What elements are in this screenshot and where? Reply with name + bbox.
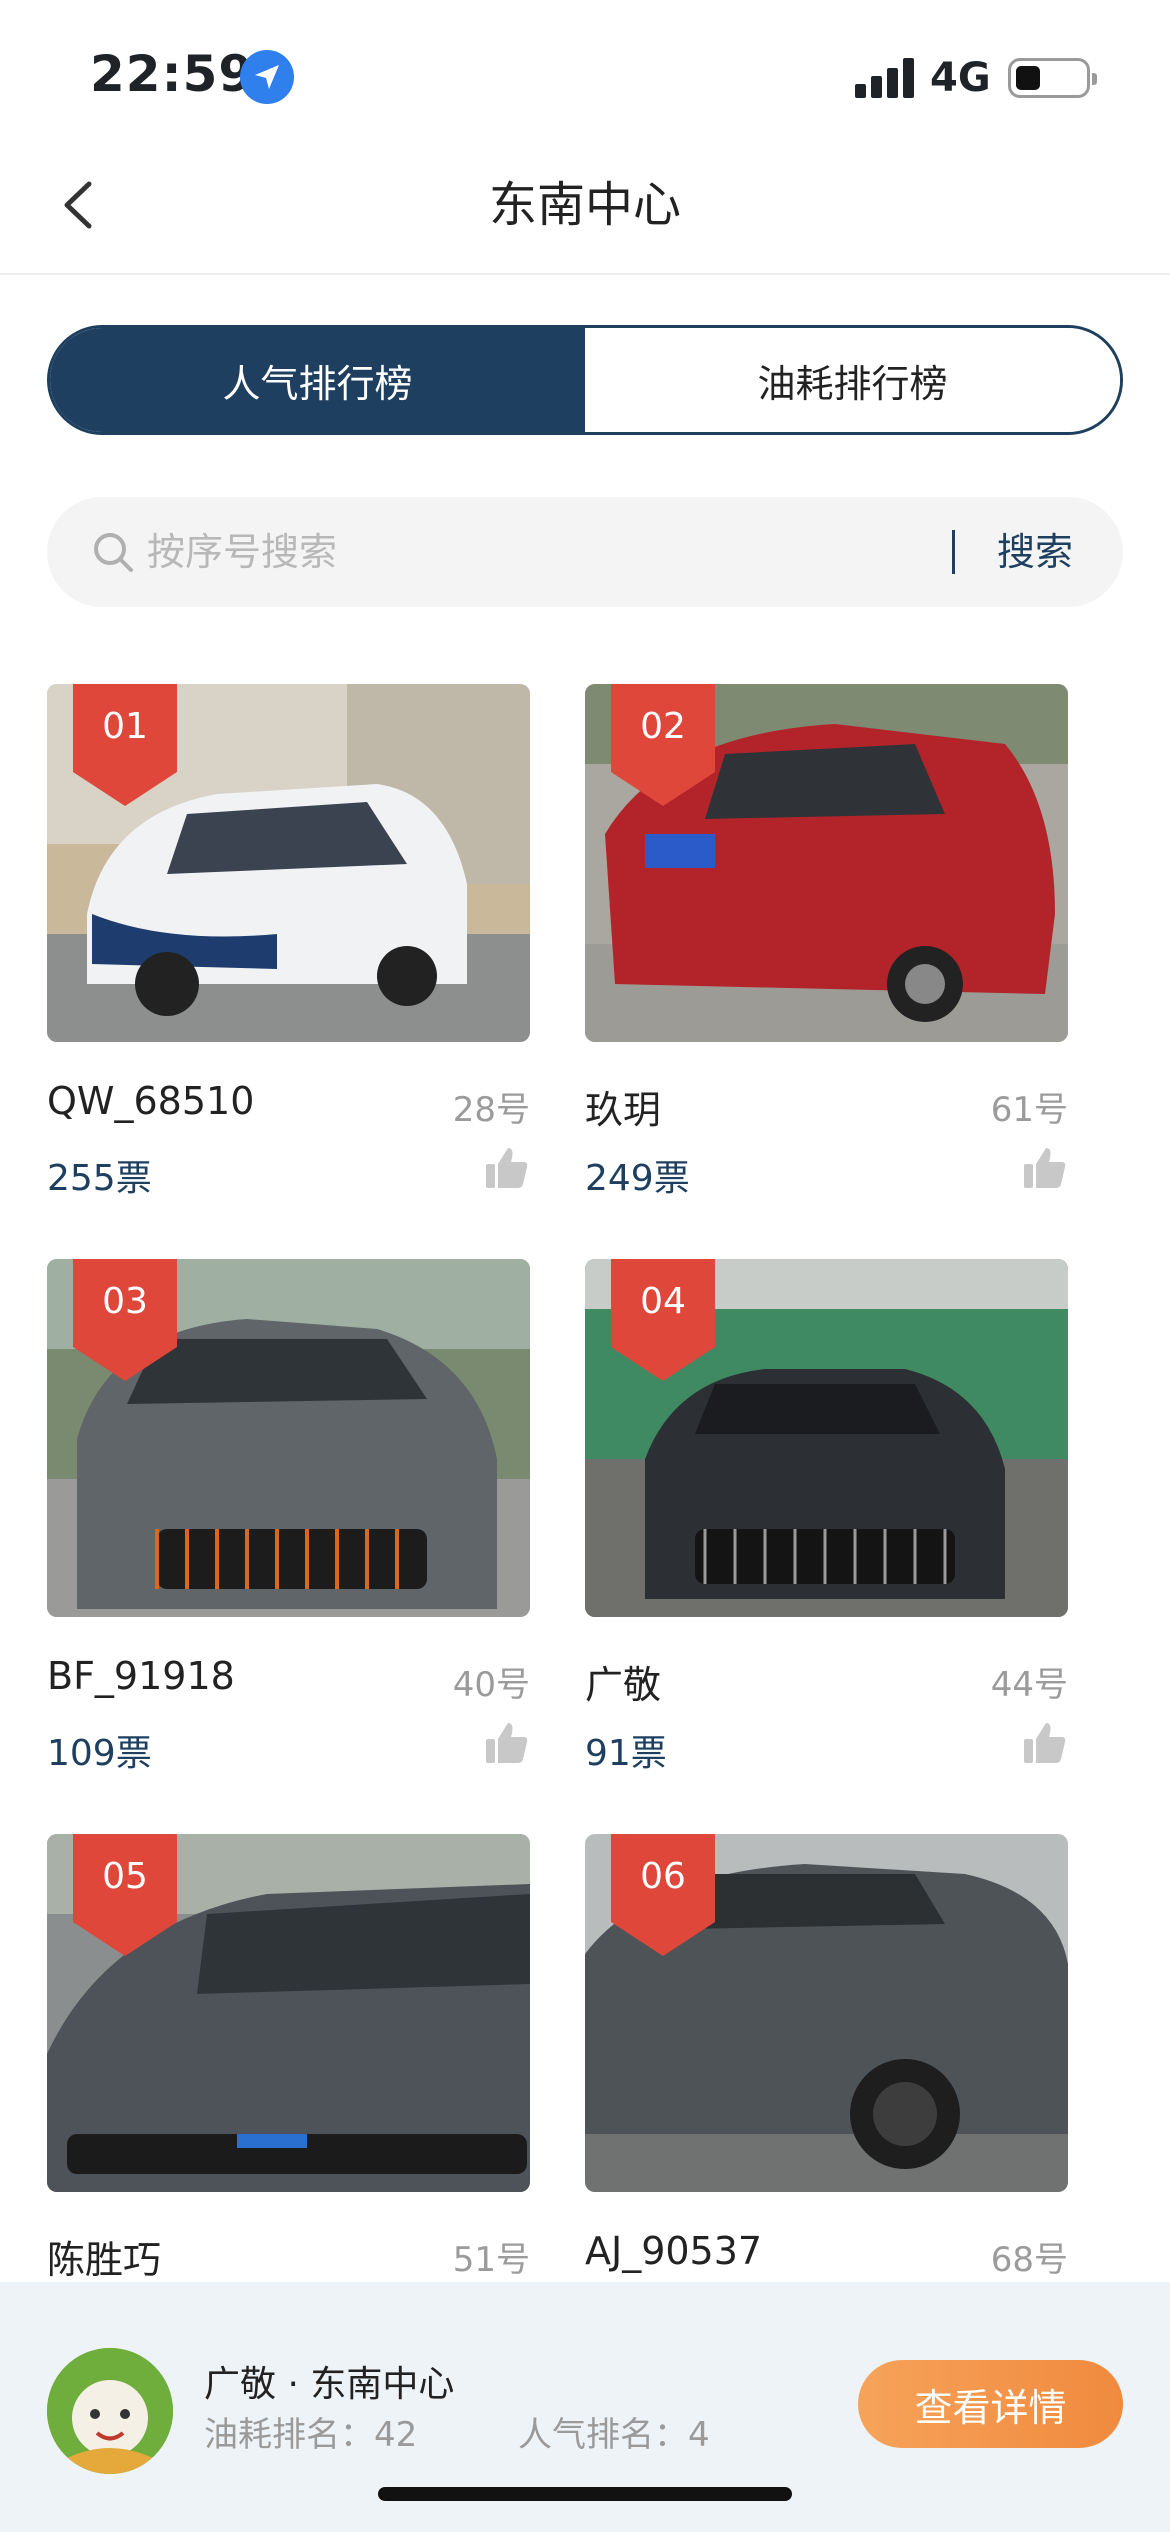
fuel-rank: 油耗排名：42 [204, 2415, 418, 2455]
entry-number: 28号 [452, 1090, 530, 1130]
car-photo[interactable]: 03 [47, 1259, 530, 1617]
thumbs-up-icon[interactable] [484, 1719, 530, 1765]
car-photo[interactable]: 04 [585, 1259, 1068, 1617]
search-divider [952, 530, 955, 574]
search-icon [91, 530, 135, 574]
network-type: 4G [930, 55, 991, 101]
entry-number: 61号 [990, 1090, 1068, 1130]
status-time: 22:59 [90, 45, 255, 103]
rank-number: 03 [102, 1281, 148, 1322]
rank-badge: 06 [611, 1834, 715, 1956]
ranking-tabs: 人气排行榜 油耗排行榜 [47, 325, 1123, 435]
ranking-card[interactable]: 06 AJ_90537 68号 [585, 1834, 1068, 2354]
vote-count: 91票 [585, 1733, 667, 1774]
rank-number: 04 [640, 1281, 686, 1322]
car-photo[interactable]: 01 [47, 684, 530, 1042]
rank-number: 05 [102, 1856, 148, 1897]
thumbs-up-icon[interactable] [1022, 1144, 1068, 1190]
status-bar: 22:59 4G [0, 0, 1170, 140]
thumbs-up-icon[interactable] [484, 1144, 530, 1190]
rank-badge: 05 [73, 1834, 177, 1956]
search-button[interactable]: 搜索 [997, 522, 1073, 582]
vote-count: 109票 [47, 1733, 152, 1774]
ranking-card[interactable]: 02 玖玥 61号 249票 [585, 684, 1068, 1204]
entry-number: 40号 [452, 1665, 530, 1705]
view-details-button[interactable]: 查看详情 [858, 2360, 1123, 2448]
battery-icon [1008, 58, 1097, 98]
vote-count: 255票 [47, 1158, 152, 1199]
page-title: 东南中心 [488, 177, 681, 233]
car-owner-name: 陈胜巧 [47, 2238, 162, 2282]
location-arrow-icon [240, 50, 294, 104]
car-photo[interactable]: 06 [585, 1834, 1068, 2192]
rank-badge: 02 [611, 684, 715, 806]
ranking-card[interactable]: 01 QW_68510 28号 255票 [47, 684, 530, 1204]
car-photo[interactable]: 02 [585, 684, 1068, 1042]
car-photo[interactable]: 05 [47, 1834, 530, 2192]
avatar[interactable] [47, 2348, 173, 2474]
tab-fuel-consumption[interactable]: 油耗排行榜 [585, 328, 1120, 432]
signal-icon [855, 58, 915, 98]
entry-number: 68号 [990, 2240, 1068, 2280]
car-owner-name: QW_68510 [47, 1079, 255, 1123]
entry-number: 51号 [452, 2240, 530, 2280]
popularity-rank: 人气排名：4 [518, 2415, 710, 2455]
home-indicator[interactable] [378, 2487, 792, 2501]
tab-popularity[interactable]: 人气排行榜 [50, 328, 585, 432]
entry-number: 44号 [990, 1665, 1068, 1705]
search-bar: 搜索 [47, 497, 1123, 607]
ranking-card[interactable]: 03 BF_91918 40号 109票 [47, 1259, 530, 1779]
thumbs-up-icon[interactable] [1022, 1719, 1068, 1765]
rank-badge: 01 [73, 684, 177, 806]
ranking-card[interactable]: 04 广敬 44号 91票 [585, 1259, 1068, 1779]
car-owner-name: 广敬 [585, 1663, 662, 1707]
my-entry-title: 广敬 · 东南中心 [204, 2364, 455, 2405]
car-owner-name: BF_91918 [47, 1654, 235, 1698]
rank-number: 06 [640, 1856, 686, 1897]
ranking-card[interactable]: 05 陈胜巧 51号 [47, 1834, 530, 2354]
rank-badge: 03 [73, 1259, 177, 1381]
car-owner-name: AJ_90537 [585, 2229, 763, 2273]
car-owner-name: 玖玥 [585, 1088, 662, 1132]
rank-number: 01 [102, 706, 148, 747]
rank-badge: 04 [611, 1259, 715, 1381]
search-input[interactable] [147, 522, 967, 582]
rank-number: 02 [640, 706, 686, 747]
vote-count: 249票 [585, 1158, 690, 1199]
nav-bar: 东南中心 [0, 140, 1170, 275]
